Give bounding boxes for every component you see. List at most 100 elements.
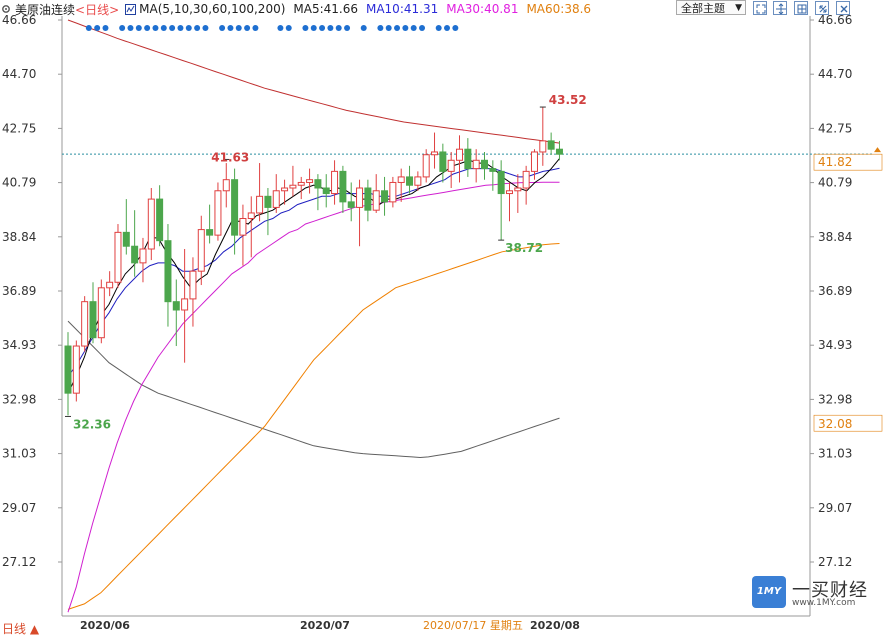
candle[interactable] — [514, 174, 522, 213]
event-dot[interactable] — [419, 25, 426, 31]
event-dot[interactable] — [152, 25, 159, 31]
candle[interactable] — [489, 160, 497, 191]
event-dot[interactable] — [452, 25, 459, 31]
candle[interactable] — [505, 182, 513, 222]
candle[interactable] — [139, 237, 147, 283]
event-dot[interactable] — [394, 25, 401, 31]
event-dots[interactable] — [85, 25, 459, 31]
candle[interactable] — [247, 196, 255, 258]
y-tick-label-right: 31.03 — [818, 447, 852, 461]
event-dot[interactable] — [227, 25, 234, 31]
event-dot[interactable] — [235, 25, 242, 31]
candle[interactable] — [147, 188, 155, 261]
event-dot[interactable] — [310, 25, 317, 31]
event-dot[interactable] — [194, 25, 201, 31]
candle[interactable] — [97, 279, 105, 344]
candlesticks[interactable] — [64, 107, 563, 416]
candle[interactable] — [256, 163, 264, 222]
event-dot[interactable] — [435, 25, 442, 31]
candle[interactable] — [481, 151, 488, 180]
event-dot[interactable] — [144, 25, 151, 31]
event-dot[interactable] — [302, 25, 309, 31]
event-dot[interactable] — [202, 25, 209, 31]
event-dot[interactable] — [102, 25, 109, 31]
candle[interactable] — [356, 179, 364, 247]
candle[interactable] — [114, 224, 122, 288]
event-dot[interactable] — [335, 25, 342, 31]
y-tick-label-right: 36.89 — [818, 284, 852, 298]
candle[interactable] — [181, 248, 189, 363]
event-dot[interactable] — [444, 25, 451, 31]
candle[interactable] — [339, 165, 347, 213]
candle[interactable] — [72, 340, 80, 402]
candle[interactable] — [456, 135, 464, 183]
candle[interactable] — [89, 282, 97, 344]
event-dot[interactable] — [385, 25, 392, 31]
candle-body — [89, 301, 97, 339]
candle[interactable] — [447, 151, 455, 189]
event-dot[interactable] — [94, 25, 101, 31]
candle[interactable] — [156, 185, 164, 247]
event-dot[interactable] — [135, 25, 142, 31]
candle[interactable] — [522, 165, 530, 205]
candle[interactable] — [164, 224, 172, 327]
event-dot[interactable] — [285, 25, 292, 31]
candle[interactable] — [239, 204, 247, 266]
event-dot[interactable] — [252, 25, 259, 31]
candle[interactable] — [272, 174, 280, 213]
event-dot[interactable] — [219, 25, 226, 31]
event-dot[interactable] — [327, 25, 334, 31]
event-dot[interactable] — [85, 25, 92, 31]
candle[interactable] — [364, 179, 372, 222]
candle[interactable] — [555, 140, 563, 161]
candle[interactable] — [331, 160, 339, 205]
candle[interactable] — [539, 107, 547, 166]
candle[interactable] — [106, 271, 114, 297]
candle[interactable] — [431, 132, 439, 169]
period-toggle[interactable]: 日线 ▲ — [2, 620, 39, 637]
candle[interactable] — [64, 332, 72, 416]
event-dot[interactable] — [410, 25, 417, 31]
event-dot[interactable] — [344, 25, 351, 31]
y-tick-label-right: 42.75 — [818, 121, 852, 135]
candle[interactable] — [289, 165, 297, 197]
candle[interactable] — [372, 174, 380, 213]
candle[interactable] — [347, 182, 355, 222]
y-tick-label-left: 31.03 — [2, 447, 36, 461]
event-dot[interactable] — [277, 25, 284, 31]
candle[interactable] — [197, 215, 205, 286]
candle[interactable] — [422, 149, 430, 183]
candle[interactable] — [464, 138, 472, 177]
candle[interactable] — [322, 174, 330, 208]
candle[interactable] — [122, 199, 130, 255]
candle[interactable] — [214, 182, 222, 241]
candle[interactable] — [439, 143, 447, 183]
candle[interactable] — [297, 176, 305, 200]
event-dot[interactable] — [119, 25, 126, 31]
candle[interactable] — [389, 176, 397, 208]
event-dot[interactable] — [160, 25, 167, 31]
candle[interactable] — [497, 160, 505, 241]
event-dot[interactable] — [244, 25, 251, 31]
candle[interactable] — [314, 174, 322, 211]
event-dot[interactable] — [169, 25, 176, 31]
event-dot[interactable] — [360, 25, 367, 31]
candle[interactable] — [406, 165, 414, 194]
candle-body — [331, 170, 339, 195]
candle[interactable] — [222, 163, 230, 208]
candle-body — [172, 301, 180, 311]
candle[interactable] — [547, 132, 555, 155]
event-dot[interactable] — [402, 25, 409, 31]
candle-body — [272, 190, 280, 208]
price-chart[interactable]: 46.66 46.66 44.70 44.70 42.75 42.75 40.79 40.79… — [0, 0, 883, 632]
candle[interactable] — [81, 296, 89, 352]
event-dot[interactable] — [319, 25, 326, 31]
event-dot[interactable] — [177, 25, 184, 31]
candle[interactable] — [306, 168, 314, 194]
event-dot[interactable] — [377, 25, 384, 31]
event-dot[interactable] — [127, 25, 134, 31]
event-dot[interactable] — [185, 25, 192, 31]
candle-body — [164, 240, 172, 303]
candle[interactable] — [206, 204, 214, 244]
candle[interactable] — [381, 176, 389, 216]
